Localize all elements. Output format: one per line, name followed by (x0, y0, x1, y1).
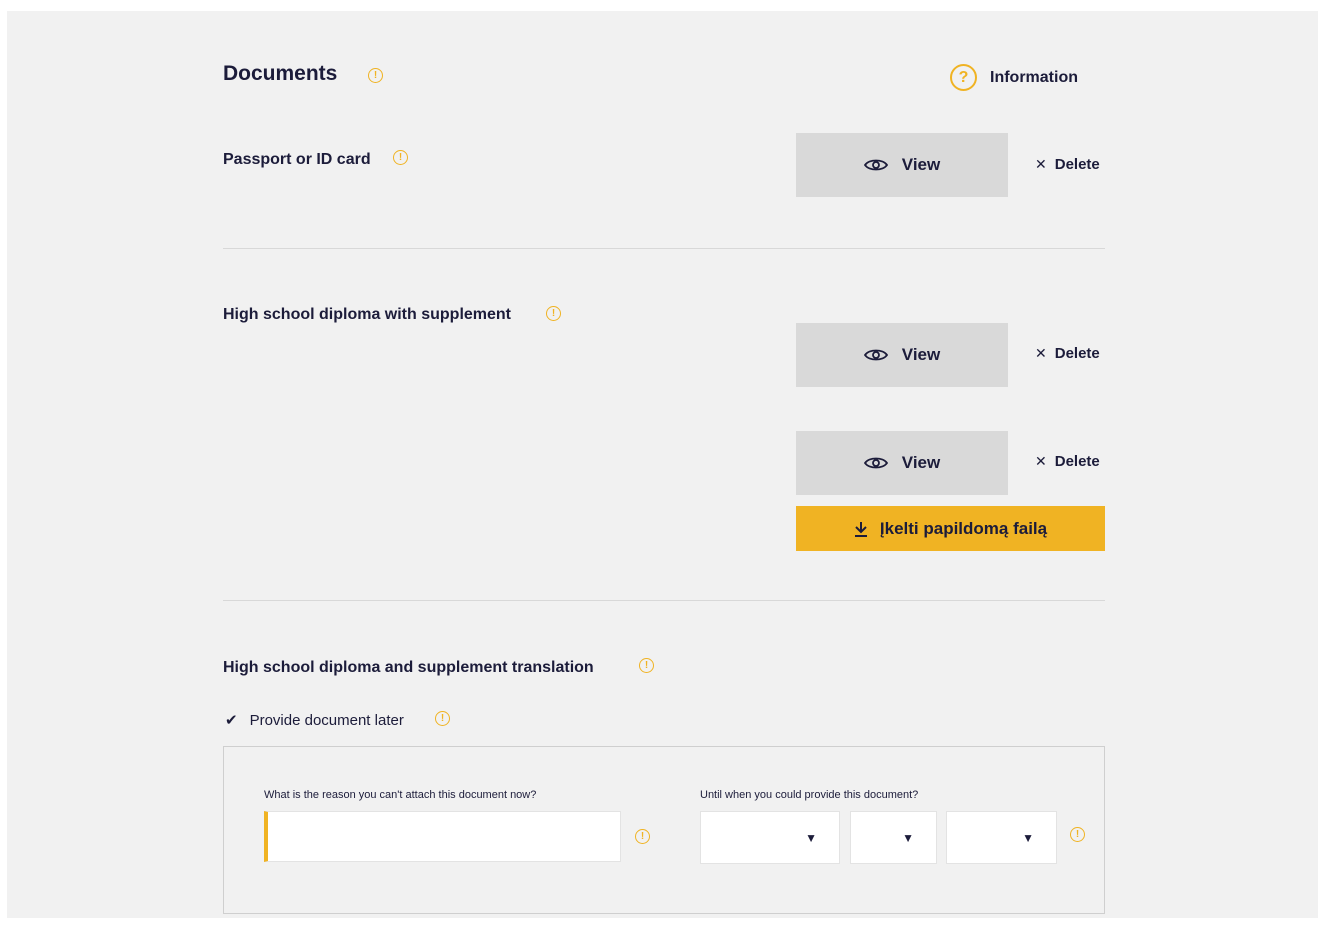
question-circle-icon: ? (950, 64, 977, 91)
provide-later-panel: What is the reason you can't attach this… (223, 746, 1105, 914)
diploma-file-2-delete-button[interactable]: ✕ Delete (1035, 453, 1100, 470)
warning-circle-icon[interactable]: ! (546, 306, 561, 321)
reason-input[interactable] (264, 811, 621, 862)
close-icon: ✕ (1035, 453, 1047, 469)
section-divider (223, 600, 1105, 601)
passport-view-button[interactable]: View (796, 133, 1008, 197)
information-label: Information (990, 68, 1078, 86)
provide-later-label: Provide document later (249, 711, 404, 729)
warning-circle-icon[interactable]: ! (435, 711, 450, 726)
date-month-select[interactable]: ▼ (850, 811, 937, 864)
diploma-file-2-view-button[interactable]: View (796, 431, 1008, 495)
delete-label: Delete (1054, 345, 1100, 362)
delete-label: Delete (1054, 156, 1100, 173)
view-label: View (901, 453, 941, 472)
view-label: View (901, 345, 941, 364)
delete-label: Delete (1054, 453, 1100, 470)
reason-label: What is the reason you can't attach this… (264, 789, 537, 801)
chevron-down-icon: ▼ (902, 830, 914, 845)
eye-icon (863, 457, 888, 469)
warning-circle-icon[interactable]: ! (368, 68, 383, 83)
warning-circle-icon[interactable]: ! (393, 150, 408, 165)
section-divider (223, 248, 1105, 249)
diploma-file-1-view-button[interactable]: View (796, 323, 1008, 387)
upload-label: Įkelti papildomą failą (879, 518, 1048, 538)
chevron-down-icon: ▼ (805, 830, 817, 845)
information-link[interactable]: ? Information (950, 64, 1078, 91)
chevron-down-icon: ▼ (1022, 830, 1034, 845)
warning-circle-icon[interactable]: ! (1070, 827, 1085, 842)
checkmark-icon: ✔ (225, 712, 238, 729)
provide-later-checkbox[interactable]: ✔ Provide document later (225, 711, 404, 730)
date-label: Until when you could provide this docume… (700, 789, 919, 801)
passport-label: Passport or ID card (223, 151, 371, 168)
warning-circle-icon[interactable]: ! (635, 829, 650, 844)
date-day-select[interactable]: ▼ (946, 811, 1057, 864)
passport-delete-button[interactable]: ✕ Delete (1035, 156, 1100, 173)
eye-icon (863, 159, 888, 171)
download-arrow-icon (854, 521, 867, 537)
view-label: View (901, 155, 941, 174)
page-title: Documents (223, 62, 338, 85)
upload-additional-file-button[interactable]: Įkelti papildomą failą (796, 506, 1105, 551)
close-icon: ✕ (1035, 156, 1047, 172)
diploma-label: High school diploma with supplement (223, 306, 512, 323)
diploma-file-1-delete-button[interactable]: ✕ Delete (1035, 345, 1100, 362)
translation-label: High school diploma and supplement trans… (223, 659, 594, 676)
eye-icon (863, 349, 888, 361)
page-background: Documents ! ? Information Passport or ID… (7, 11, 1318, 918)
date-year-select[interactable]: ▼ (700, 811, 840, 864)
close-icon: ✕ (1035, 345, 1047, 361)
warning-circle-icon[interactable]: ! (639, 658, 654, 673)
